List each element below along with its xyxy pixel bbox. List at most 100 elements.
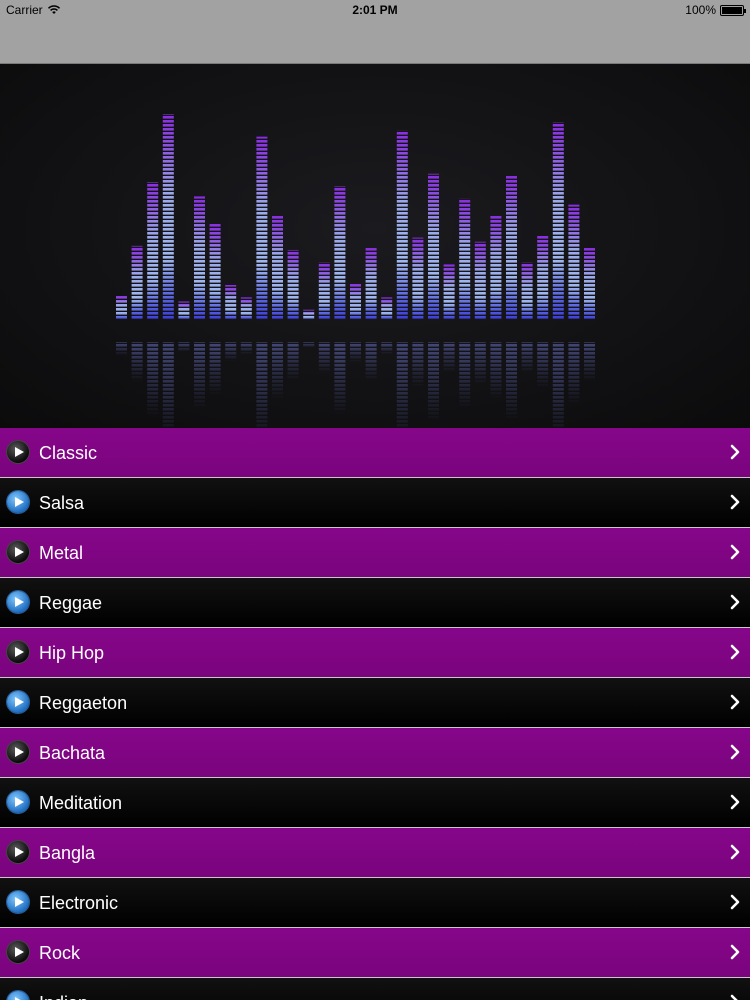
equalizer-bar-reflection	[209, 342, 221, 396]
equalizer-bar	[365, 247, 377, 320]
equalizer-bar-reflection	[490, 342, 502, 400]
genre-row-meditation[interactable]: Meditation	[0, 778, 750, 828]
equalizer-bar	[537, 235, 549, 320]
genre-label: Bachata	[39, 743, 106, 763]
play-black-icon	[7, 941, 29, 963]
play-blue-icon	[7, 991, 29, 1000]
chevron-right-icon	[730, 944, 740, 960]
equalizer-bar	[162, 114, 174, 320]
equalizer-bar-reflection	[552, 342, 564, 428]
equalizer-bar-reflection	[474, 342, 486, 386]
genre-label: Electronic	[39, 893, 119, 913]
equalizer-bar-reflection	[396, 342, 408, 428]
genre-label: Reggaeton	[39, 693, 128, 713]
equalizer-bar-reflection	[194, 342, 205, 410]
equalizer-bar-reflection	[584, 342, 595, 382]
chevron-right-icon	[730, 844, 740, 860]
equalizer-bar	[334, 186, 346, 320]
genre-row-hip-hop[interactable]: Hip Hop	[0, 628, 750, 678]
genre-row-reggaeton[interactable]: Reggaeton	[0, 678, 750, 728]
equalizer-bar	[459, 198, 471, 320]
equalizer-bar-reflection	[459, 342, 471, 409]
equalizer-bar-reflection	[521, 342, 533, 374]
play-blue-icon	[7, 491, 29, 513]
genre-label: Rock	[39, 943, 81, 963]
genre-row-rock[interactable]: Rock	[0, 928, 750, 978]
equalizer-banner	[0, 64, 750, 428]
equalizer-bar-reflection	[272, 342, 283, 400]
equalizer-bar	[303, 309, 315, 320]
equalizer-bar	[147, 181, 159, 320]
genre-row-indian[interactable]: Indian	[0, 978, 750, 1000]
play-black-icon	[7, 641, 29, 663]
equalizer-bar	[396, 130, 408, 320]
equalizer-bar	[256, 136, 268, 320]
equalizer-bar	[428, 173, 439, 320]
chevron-right-icon	[730, 644, 740, 660]
play-black-icon	[7, 541, 29, 563]
genre-label: Salsa	[39, 493, 85, 513]
play-blue-icon	[7, 891, 29, 913]
equalizer-bar	[116, 295, 127, 320]
chevron-right-icon	[730, 494, 740, 510]
equalizer-bar	[474, 241, 486, 320]
equalizer-bar-reflection	[365, 342, 377, 382]
genre-list: Classic Salsa Metal Reggae Hip Hop Reggaeton B…	[0, 428, 750, 1000]
genre-row-bangla[interactable]: Bangla	[0, 828, 750, 878]
equalizer-bar-reflection	[412, 342, 424, 388]
equalizer-bar	[552, 122, 564, 320]
equalizer-bar-reflection	[116, 342, 127, 356]
genre-label: Hip Hop	[39, 643, 105, 663]
play-blue-icon	[7, 791, 29, 813]
equalizer-bar	[272, 214, 283, 320]
equalizer-bar	[178, 301, 190, 320]
equalizer-bar-reflection	[334, 342, 346, 416]
equalizer-bar	[225, 284, 237, 320]
equalizer-graphic	[116, 114, 595, 428]
clock: 2:01 PM	[352, 3, 398, 17]
equalizer-bar-reflection	[318, 342, 330, 374]
equalizer-bar-reflection	[506, 342, 517, 422]
equalizer-bar-reflection	[178, 342, 190, 353]
chevron-right-icon	[730, 444, 740, 460]
genre-row-bachata[interactable]: Bachata	[0, 728, 750, 778]
equalizer-bar-reflection	[537, 342, 549, 389]
play-blue-icon	[7, 691, 29, 713]
genre-row-electronic[interactable]: Electronic	[0, 878, 750, 928]
chevron-right-icon	[730, 994, 738, 1000]
equalizer-bar	[131, 245, 143, 320]
play-blue-icon	[7, 591, 29, 613]
genre-label: Indian	[39, 992, 88, 1000]
equalizer-bar-reflection	[131, 342, 143, 383]
equalizer-bar	[443, 264, 455, 320]
chevron-right-icon	[730, 594, 740, 610]
genre-row-salsa[interactable]: Salsa	[0, 478, 750, 528]
genre-row-reggae[interactable]: Reggae	[0, 578, 750, 628]
equalizer-bar	[209, 223, 221, 320]
chevron-right-icon	[730, 894, 740, 910]
genre-label: Meditation	[39, 793, 123, 813]
equalizer-bar	[240, 297, 252, 320]
play-black-icon	[7, 441, 29, 463]
play-black-icon	[7, 741, 29, 763]
equalizer-bar	[521, 262, 533, 320]
equalizer-bar	[318, 262, 330, 320]
equalizer-bar	[287, 249, 299, 320]
equalizer-bar	[194, 196, 205, 320]
equalizer-bar-reflection	[443, 342, 455, 373]
genre-row-classic[interactable]: Classic	[0, 428, 750, 478]
equalizer-bar-reflection	[381, 342, 393, 355]
equalizer-bar-reflection	[428, 342, 439, 423]
equalizer-bar	[506, 175, 517, 320]
chevron-right-icon	[730, 794, 740, 810]
equalizer-bar-reflection	[350, 342, 361, 363]
equalizer-bar	[412, 237, 424, 320]
equalizer-bar-reflection	[162, 342, 174, 428]
equalizer-bar-reflection	[568, 342, 580, 406]
battery-percent: 100%	[685, 3, 716, 17]
equalizer-bar	[584, 247, 595, 320]
chevron-right-icon	[730, 744, 740, 760]
genre-label: Classic	[39, 443, 98, 463]
chevron-right-icon	[730, 544, 740, 560]
genre-row-metal[interactable]: Metal	[0, 528, 750, 578]
